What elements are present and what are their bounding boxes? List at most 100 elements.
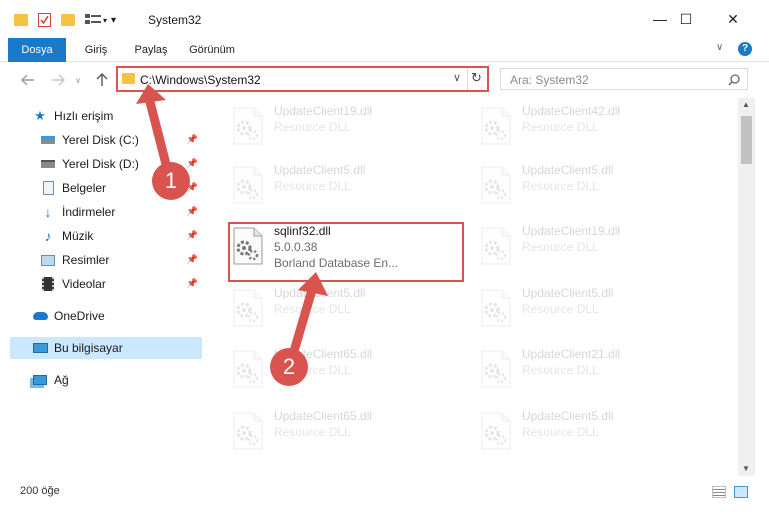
sidebar-item-quick-access[interactable]: ★ Hızlı erişim bbox=[10, 105, 202, 127]
file-item[interactable]: UpdateClient21.dll Resource DLL bbox=[474, 343, 704, 399]
file-item[interactable]: UpdateClient5.dll Resource DLL bbox=[474, 159, 704, 215]
sidebar-item-pictures[interactable]: Resimler 📌 bbox=[10, 249, 202, 271]
cloud-icon bbox=[32, 308, 48, 324]
search-input[interactable]: Ara: System32 bbox=[500, 68, 748, 90]
details-view-icon[interactable] bbox=[712, 486, 726, 498]
file-item[interactable]: UpdateClient5.dll Resource DLL bbox=[474, 405, 704, 461]
callout-1: 1 bbox=[152, 162, 190, 200]
dll-file-icon bbox=[230, 349, 266, 389]
refresh-icon[interactable]: ↻ bbox=[471, 70, 482, 86]
file-item[interactable]: UpdateClient65.dll Resource DLL bbox=[226, 343, 456, 399]
chevron-down-icon[interactable]: ▾ bbox=[103, 16, 107, 25]
view-options-icon[interactable] bbox=[85, 14, 101, 26]
dll-file-icon bbox=[230, 288, 266, 328]
sidebar-item-music[interactable]: ♪ Müzik 📌 bbox=[10, 225, 202, 247]
file-item[interactable]: UpdateClient19.dll Resource DLL bbox=[226, 100, 456, 156]
title-bar: ▾ ▾ System32 — ☐ ✕ bbox=[0, 0, 769, 38]
music-icon: ♪ bbox=[44, 228, 52, 244]
large-icons-view-icon[interactable] bbox=[734, 486, 748, 498]
tab-share[interactable]: Paylaş bbox=[122, 38, 180, 62]
file-name: UpdateClient5.dll bbox=[522, 409, 614, 423]
sidebar-item-downloads[interactable]: ↓ İndirmeler 📌 bbox=[10, 201, 202, 223]
maximize-button[interactable]: ☐ bbox=[666, 6, 706, 32]
tab-home[interactable]: Giriş bbox=[70, 38, 122, 62]
selected-file-highlight bbox=[228, 222, 464, 282]
computer-icon bbox=[32, 340, 48, 356]
dll-file-icon bbox=[230, 411, 266, 451]
sidebar-item-local-disk-c[interactable]: Yerel Disk (C:) 📌 bbox=[10, 129, 202, 151]
sidebar-item-label: Belgeler bbox=[62, 181, 107, 195]
new-folder-icon[interactable] bbox=[61, 14, 75, 26]
file-item[interactable]: UpdateClient42.dll Resource DLL bbox=[474, 100, 704, 156]
expand-ribbon-icon[interactable]: ∨ bbox=[716, 42, 723, 53]
sidebar-item-label: Yerel Disk (D:) bbox=[62, 157, 139, 171]
file-detail: Resource DLL bbox=[274, 425, 351, 439]
properties-icon[interactable] bbox=[38, 13, 51, 27]
quick-access-toolbar: ▾ ▾ bbox=[14, 10, 116, 30]
address-dropdown-icon[interactable]: ∨ bbox=[453, 71, 461, 84]
file-name: UpdateClient5.dll bbox=[274, 286, 366, 300]
forward-button[interactable] bbox=[48, 70, 68, 90]
status-bar: 200 öğe bbox=[0, 476, 769, 518]
vertical-scrollbar[interactable]: ▲ ▼ bbox=[738, 98, 755, 476]
file-name: UpdateClient65.dll bbox=[274, 409, 373, 423]
dll-file-icon bbox=[478, 288, 514, 328]
pin-icon: 📌 bbox=[186, 158, 198, 168]
callout-2: 2 bbox=[270, 348, 308, 386]
download-icon: ↓ bbox=[44, 204, 52, 220]
file-item[interactable]: UpdateClient5.dll Resource DLL bbox=[226, 282, 456, 338]
sidebar-item-label: Hızlı erişim bbox=[54, 109, 114, 123]
file-name: UpdateClient5.dll bbox=[274, 163, 366, 177]
file-detail: Resource DLL bbox=[274, 179, 351, 193]
address-bar[interactable]: C:\Windows\System32 ∨ ↻ bbox=[116, 66, 489, 92]
dll-file-icon bbox=[478, 165, 514, 205]
scroll-down-icon[interactable]: ▼ bbox=[742, 464, 750, 473]
sidebar-item-onedrive[interactable]: OneDrive bbox=[10, 305, 202, 327]
network-icon bbox=[32, 372, 48, 388]
sidebar-item-network[interactable]: Ağ bbox=[10, 369, 202, 391]
sidebar-item-label: Ağ bbox=[54, 373, 69, 387]
dll-file-icon bbox=[478, 411, 514, 451]
file-detail: Resource DLL bbox=[522, 120, 599, 134]
pictures-icon bbox=[40, 252, 56, 268]
sidebar-item-videos[interactable]: Videolar 📌 bbox=[10, 273, 202, 295]
dll-file-icon bbox=[230, 106, 266, 146]
close-button[interactable]: ✕ bbox=[713, 6, 753, 32]
folder-icon bbox=[122, 73, 135, 84]
dll-file-icon bbox=[478, 226, 514, 266]
file-item[interactable]: UpdateClient5.dll Resource DLL bbox=[474, 282, 704, 338]
file-detail: Resource DLL bbox=[522, 363, 599, 377]
file-name: UpdateClient5.dll bbox=[522, 286, 614, 300]
up-button[interactable] bbox=[92, 70, 112, 90]
folder-icon[interactable] bbox=[14, 14, 28, 26]
tab-file[interactable]: Dosya bbox=[8, 38, 66, 62]
file-detail: Resource DLL bbox=[522, 425, 599, 439]
pin-icon: 📌 bbox=[186, 254, 198, 264]
ribbon-tabs: Dosya Giriş Paylaş Görünüm ∨ ? bbox=[0, 38, 769, 62]
customize-toolbar-icon[interactable]: ▾ bbox=[111, 15, 116, 26]
sidebar-item-label: Yerel Disk (C:) bbox=[62, 133, 139, 147]
back-button[interactable] bbox=[18, 70, 38, 90]
document-icon bbox=[40, 180, 56, 196]
drive-icon bbox=[40, 156, 56, 172]
sidebar-item-this-pc[interactable]: Bu bilgisayar bbox=[10, 337, 202, 359]
file-detail: Resource DLL bbox=[274, 120, 351, 134]
file-item[interactable]: UpdateClient65.dll Resource DLL bbox=[226, 405, 456, 461]
pin-icon: 📌 bbox=[186, 206, 198, 216]
scroll-up-icon[interactable]: ▲ bbox=[742, 100, 750, 109]
window-title: System32 bbox=[148, 13, 202, 27]
tab-view[interactable]: Görünüm bbox=[180, 38, 244, 62]
file-name: UpdateClient5.dll bbox=[522, 163, 614, 177]
file-detail: Resource DLL bbox=[522, 302, 599, 316]
help-icon[interactable]: ? bbox=[738, 42, 752, 56]
file-item[interactable]: UpdateClient5.dll Resource DLL bbox=[226, 159, 456, 215]
sidebar-item-label: İndirmeler bbox=[62, 205, 116, 219]
scrollbar-thumb[interactable] bbox=[741, 116, 752, 164]
file-item[interactable]: UpdateClient19.dll Resource DLL bbox=[474, 220, 704, 276]
search-placeholder: Ara: System32 bbox=[510, 73, 589, 87]
dll-file-icon bbox=[478, 106, 514, 146]
video-icon bbox=[40, 276, 56, 292]
file-detail: Resource DLL bbox=[522, 179, 599, 193]
recent-locations-chevron-icon[interactable]: ∨ bbox=[72, 70, 84, 90]
file-name: UpdateClient19.dll bbox=[522, 224, 621, 238]
